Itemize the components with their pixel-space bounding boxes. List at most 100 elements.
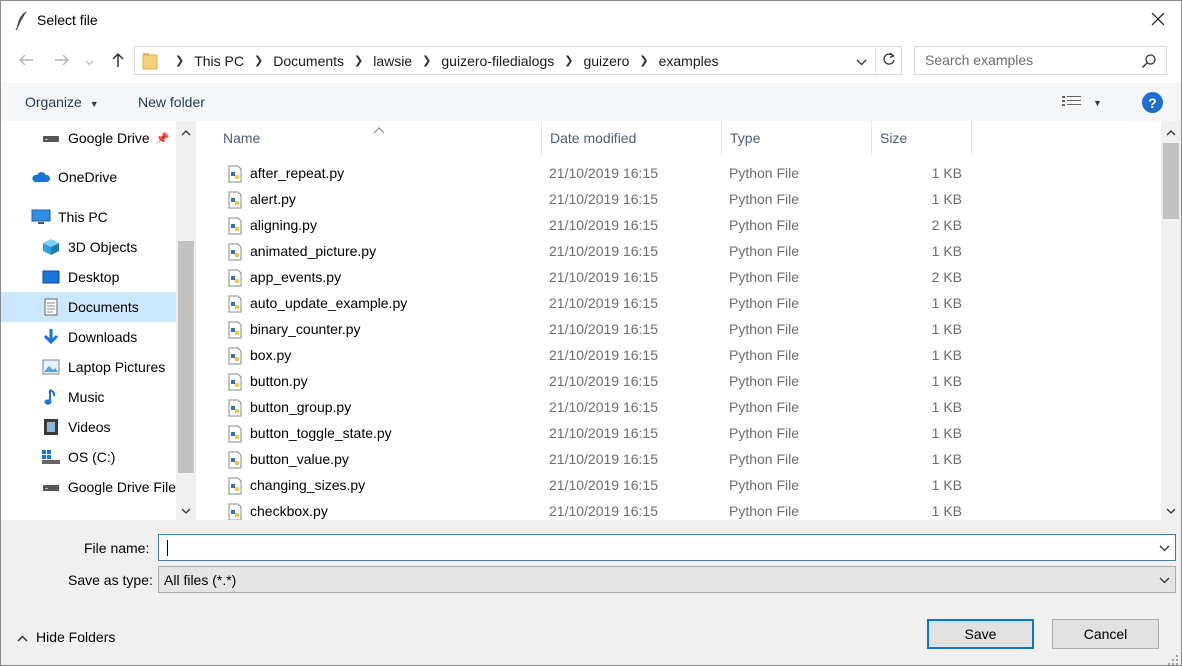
table-row[interactable]: button_value.py 21/10/2019 16:15 Python … xyxy=(198,447,968,473)
select-file-dialog: Select file ❯ This PC ❯ Documents ❯ laws… xyxy=(0,0,1182,666)
hide-folders-toggle[interactable]: Hide Folders xyxy=(17,629,115,645)
search-input[interactable] xyxy=(925,52,1125,68)
breadcrumb-item[interactable]: guizero xyxy=(583,53,629,69)
scroll-down-button[interactable] xyxy=(1161,501,1181,517)
nav-item-this-pc[interactable]: This PC xyxy=(1,202,176,232)
up-button[interactable] xyxy=(106,49,130,73)
address-bar[interactable]: ❯ This PC ❯ Documents ❯ lawsie ❯ guizero… xyxy=(134,46,902,75)
nav-item-label: Desktop xyxy=(68,269,120,285)
column-header-type[interactable]: Type xyxy=(722,121,872,155)
resize-grip-icon[interactable] xyxy=(1167,653,1179,665)
chevron-right-icon[interactable]: ❯ xyxy=(564,54,573,67)
nav-item-3d-objects[interactable]: 3D Objects xyxy=(1,232,176,262)
table-row[interactable]: after_repeat.py 21/10/2019 16:15 Python … xyxy=(198,161,968,187)
nav-item-label: Videos xyxy=(68,419,111,435)
breadcrumb-item[interactable]: This PC xyxy=(194,53,244,69)
refresh-button[interactable] xyxy=(875,47,901,74)
close-button[interactable] xyxy=(1135,1,1181,39)
new-folder-button[interactable]: New folder xyxy=(138,94,205,110)
file-name-combobox[interactable] xyxy=(158,534,1176,561)
python-file-icon xyxy=(227,243,243,261)
table-row[interactable]: app_events.py 21/10/2019 16:15 Python Fi… xyxy=(198,265,968,291)
nav-item-os-c[interactable]: OS (C:) xyxy=(1,442,176,472)
search-box[interactable] xyxy=(914,46,1167,75)
address-history-button[interactable] xyxy=(851,53,871,69)
drive-icon xyxy=(41,129,61,147)
nav-item-documents[interactable]: Documents xyxy=(1,292,176,322)
file-date: 21/10/2019 16:15 xyxy=(549,503,658,519)
table-row[interactable]: button_group.py 21/10/2019 16:15 Python … xyxy=(198,395,968,421)
table-row[interactable]: alert.py 21/10/2019 16:15 Python File 1 … xyxy=(198,187,968,213)
nav-item-desktop[interactable]: Desktop xyxy=(1,262,176,292)
search-icon[interactable] xyxy=(1141,53,1157,69)
file-size: 1 KB xyxy=(931,347,962,363)
help-icon: ? xyxy=(1148,94,1157,111)
nav-item-onedrive[interactable]: OneDrive xyxy=(1,162,176,192)
nav-item-music[interactable]: Music xyxy=(1,382,176,412)
scrollbar-thumb[interactable] xyxy=(178,241,194,473)
file-type: Python File xyxy=(729,217,800,233)
file-date: 21/10/2019 16:15 xyxy=(549,321,658,337)
change-view-button[interactable]: ▼ xyxy=(1061,92,1111,114)
recent-locations-button[interactable] xyxy=(81,49,97,73)
organize-menu[interactable]: Organize ▼ xyxy=(25,94,99,110)
table-row[interactable]: checkbox.py 21/10/2019 16:15 Python File… xyxy=(198,499,968,520)
nav-item-google-drive[interactable]: Google Drive 📌 xyxy=(1,123,176,153)
save-button[interactable]: Save xyxy=(927,619,1034,649)
table-row[interactable]: aligning.py 21/10/2019 16:15 Python File… xyxy=(198,213,968,239)
table-row[interactable]: button.py 21/10/2019 16:15 Python File 1… xyxy=(198,369,968,395)
table-row[interactable]: auto_update_example.py 21/10/2019 16:15 … xyxy=(198,291,968,317)
column-header-label: Date modified xyxy=(550,130,637,146)
table-row[interactable]: animated_picture.py 21/10/2019 16:15 Pyt… xyxy=(198,239,968,265)
chevron-down-icon[interactable] xyxy=(1157,541,1171,555)
scrollbar-thumb[interactable] xyxy=(1163,143,1179,219)
table-row[interactable]: button_toggle_state.py 21/10/2019 16:15 … xyxy=(198,421,968,447)
table-row[interactable]: changing_sizes.py 21/10/2019 16:15 Pytho… xyxy=(198,473,968,499)
file-size: 1 KB xyxy=(931,321,962,337)
nav-item-label: Downloads xyxy=(68,329,138,345)
nav-pane-scrollbar[interactable] xyxy=(176,121,196,520)
nav-item-videos[interactable]: Videos xyxy=(1,412,176,442)
breadcrumb-item[interactable]: examples xyxy=(659,53,719,69)
cancel-button[interactable]: Cancel xyxy=(1052,619,1159,649)
save-as-type-select[interactable]: All files (*.*) xyxy=(158,566,1176,593)
text-caret xyxy=(167,540,168,556)
column-header-date-modified[interactable]: Date modified xyxy=(542,121,722,155)
chevron-right-icon[interactable]: ❯ xyxy=(254,54,263,67)
column-header-label: Name xyxy=(223,130,261,146)
table-row[interactable]: box.py 21/10/2019 16:15 Python File 1 KB xyxy=(198,343,968,369)
breadcrumb-item[interactable]: guizero-filedialogs xyxy=(441,53,554,69)
file-date: 21/10/2019 16:15 xyxy=(549,165,658,181)
table-row[interactable]: binary_counter.py 21/10/2019 16:15 Pytho… xyxy=(198,317,968,343)
breadcrumb-item[interactable]: lawsie xyxy=(373,53,412,69)
forward-button[interactable] xyxy=(50,49,74,73)
save-as-type-value: All files (*.*) xyxy=(164,572,237,588)
file-name-field[interactable] xyxy=(165,538,1145,558)
nav-item-label: OS (C:) xyxy=(68,449,116,465)
nav-item-laptop-pictures[interactable]: Laptop Pictures xyxy=(1,352,176,382)
nav-item-downloads[interactable]: Downloads xyxy=(1,322,176,352)
file-name-label: File name: xyxy=(84,540,150,556)
file-type: Python File xyxy=(729,321,800,337)
file-name: aligning.py xyxy=(250,217,317,233)
chevron-right-icon[interactable]: ❯ xyxy=(639,54,648,67)
navigation-pane: Google Drive 📌 OneDrive This PC 3D Objec… xyxy=(1,121,198,520)
cube-icon xyxy=(41,238,61,256)
folder-icon xyxy=(142,52,158,70)
chevron-right-icon[interactable]: ❯ xyxy=(354,54,363,67)
column-header-size[interactable]: Size xyxy=(872,121,972,155)
file-size: 1 KB xyxy=(931,165,962,181)
nav-item-google-drive-file[interactable]: Google Drive File xyxy=(1,472,176,502)
help-button[interactable]: ? xyxy=(1142,92,1163,113)
file-date: 21/10/2019 16:15 xyxy=(549,373,658,389)
caret-down-icon: ▼ xyxy=(1093,98,1102,108)
chevron-right-icon[interactable]: ❯ xyxy=(422,54,431,67)
scroll-down-button[interactable] xyxy=(176,501,196,517)
back-button[interactable] xyxy=(14,49,38,73)
scroll-up-button[interactable] xyxy=(1161,123,1181,139)
file-list-scrollbar[interactable] xyxy=(1161,121,1181,520)
window-title: Select file xyxy=(37,12,98,28)
file-size: 1 KB xyxy=(931,477,962,493)
breadcrumb-item[interactable]: Documents xyxy=(273,53,344,69)
scroll-up-button[interactable] xyxy=(176,123,196,139)
